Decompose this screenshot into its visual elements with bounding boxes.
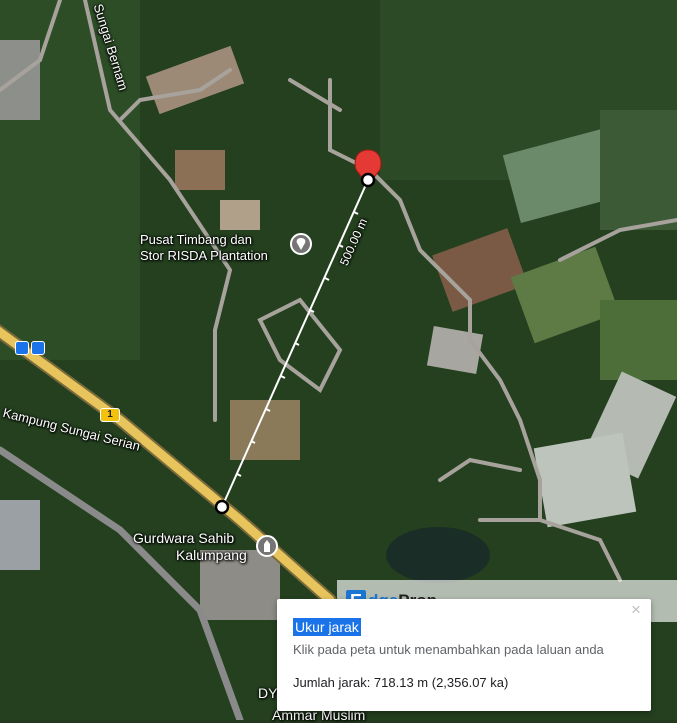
place-of-worship-icon[interactable] xyxy=(256,535,278,557)
measure-hint: Klik pada peta untuk menambahkan pada la… xyxy=(293,642,604,657)
bus-icon[interactable] xyxy=(15,341,29,355)
dy-label: DY xyxy=(258,685,278,701)
measure-end-point[interactable] xyxy=(214,499,230,515)
gurdwara-label-line1: Gurdwara Sahib xyxy=(133,530,235,546)
location-pin-icon[interactable] xyxy=(290,233,312,255)
measure-distance-card: × Ukur jarak Klik pada peta untuk menamb… xyxy=(277,599,651,711)
route-shield: 1 xyxy=(100,408,120,422)
measure-total: Jumlah jarak: 718.13 m (2,356.07 ka) xyxy=(293,675,509,690)
bus-icon[interactable] xyxy=(31,341,45,355)
gurdwara-label-line2: Kalumpang xyxy=(176,547,247,563)
measure-start-point[interactable] xyxy=(360,172,376,188)
close-icon[interactable]: × xyxy=(627,601,645,619)
poi-label-line2: Stor RISDA Plantation xyxy=(140,248,268,263)
poi-label-line1: Pusat Timbang dan xyxy=(140,232,253,247)
measure-title: Ukur jarak xyxy=(293,618,361,636)
